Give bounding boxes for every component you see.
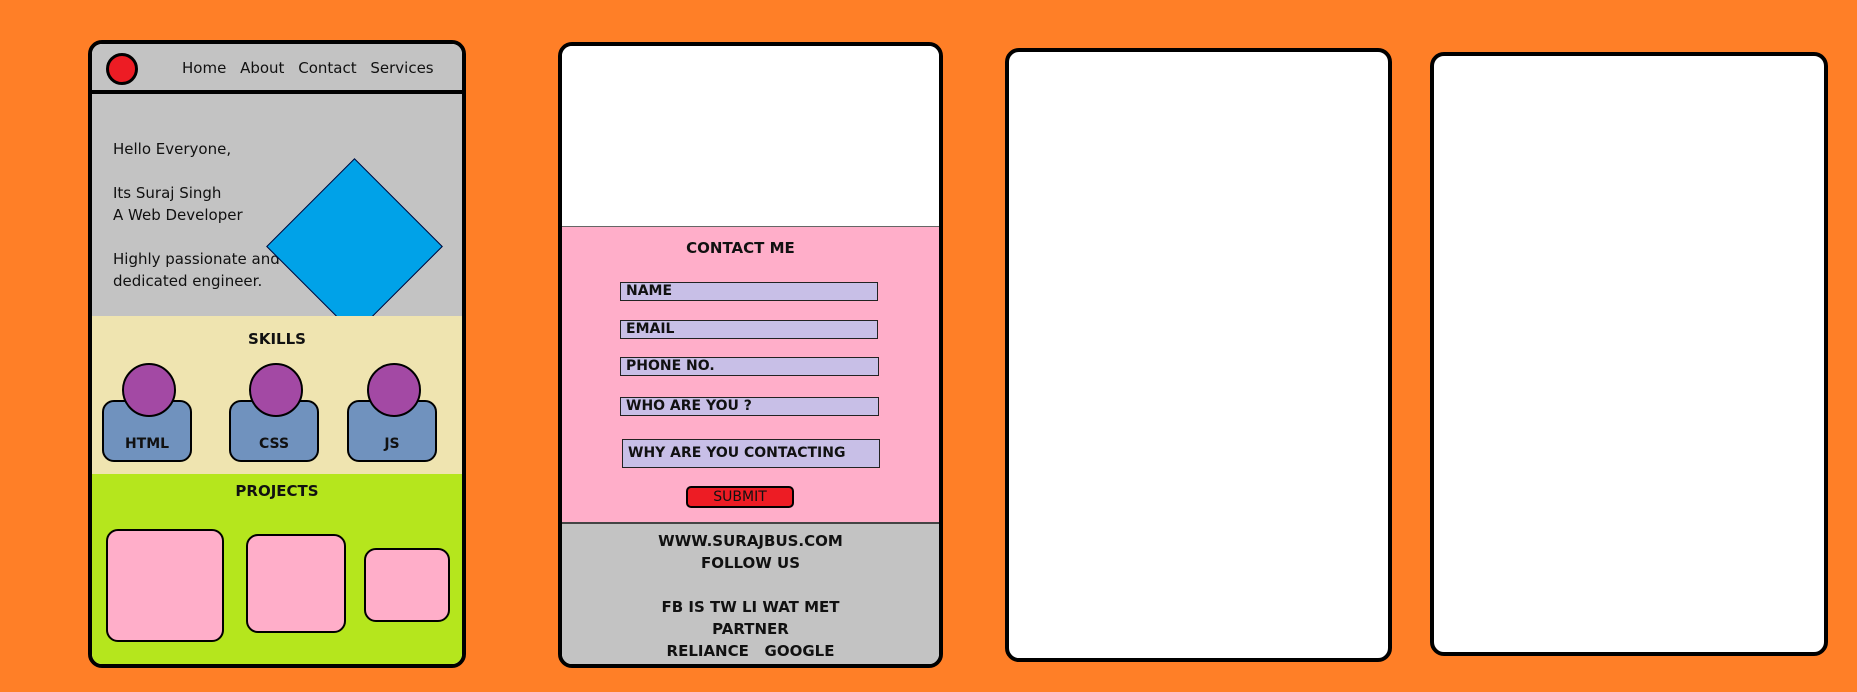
skill-card-js[interactable]: JS	[347, 363, 437, 462]
skill-card-html[interactable]: HTML	[102, 363, 192, 462]
hero-desc-1: Highly passionate and	[113, 250, 280, 268]
skills-section: SKILLS HTML CSS JS	[92, 316, 462, 476]
footer-partners: RELIANCE GOOGLE	[666, 642, 835, 660]
blank-header-area	[562, 46, 939, 228]
project-card-3[interactable]	[364, 548, 450, 622]
nav-about[interactable]: About	[240, 59, 284, 77]
nav-links: Home About Contact Services	[182, 59, 443, 77]
hero-role: A Web Developer	[113, 206, 243, 224]
projects-section: PROJECTS	[92, 474, 462, 664]
footer-partner-label: PARTNER	[712, 620, 789, 638]
skills-title: SKILLS	[248, 330, 306, 348]
avatar-icon	[249, 363, 303, 417]
logo-circle-icon[interactable]	[106, 53, 138, 85]
skill-label: JS	[384, 436, 400, 452]
diamond-image-placeholder	[266, 158, 443, 335]
skill-label: CSS	[258, 436, 290, 452]
submit-button[interactable]: SUBMIT	[686, 486, 794, 508]
name-field[interactable]: NAME	[620, 282, 878, 301]
footer-follow-label: FOLLOW US	[700, 554, 801, 572]
hero-text: Hello Everyone, Its Suraj Singh A Web De…	[113, 138, 280, 292]
hero-greeting: Hello Everyone,	[113, 140, 232, 158]
contact-section: CONTACT ME NAME EMAIL PHONE NO. WHO ARE …	[562, 227, 939, 524]
phone-mockup-blank-1	[1005, 48, 1392, 662]
project-card-2[interactable]	[246, 534, 346, 633]
footer-social-links[interactable]: FB IS TW LI WAT MET	[562, 596, 939, 618]
phone-mockup-home: Home About Contact Services Hello Everyo…	[88, 40, 466, 668]
navbar: Home About Contact Services	[92, 44, 462, 94]
footer: WWW.SURAJBUS.COM FOLLOW US FB IS TW LI W…	[562, 524, 939, 664]
why-contacting-field[interactable]: WHY ARE YOU CONTACTING	[622, 439, 880, 468]
phone-mockup-blank-2	[1430, 52, 1828, 656]
phone-mockup-contact: CONTACT ME NAME EMAIL PHONE NO. WHO ARE …	[558, 42, 943, 668]
who-are-you-field[interactable]: WHO ARE YOU ?	[620, 397, 879, 416]
skill-card-css[interactable]: CSS	[229, 363, 319, 462]
projects-title: PROJECTS	[235, 482, 319, 500]
hero-section: Hello Everyone, Its Suraj Singh A Web De…	[92, 94, 462, 335]
phone-field[interactable]: PHONE NO.	[620, 357, 879, 376]
nav-services[interactable]: Services	[370, 59, 433, 77]
avatar-icon	[122, 363, 176, 417]
email-field[interactable]: EMAIL	[620, 320, 878, 339]
hero-desc-2: dedicated engineer.	[113, 272, 263, 290]
nav-home[interactable]: Home	[182, 59, 226, 77]
project-card-1[interactable]	[106, 529, 224, 642]
hero-name: Its Suraj Singh	[113, 184, 222, 202]
nav-contact[interactable]: Contact	[298, 59, 356, 77]
skill-label: HTML	[124, 436, 170, 452]
avatar-icon	[367, 363, 421, 417]
contact-title: CONTACT ME	[686, 239, 795, 257]
footer-site-link[interactable]: WWW.SURAJBUS.COM	[562, 530, 939, 552]
